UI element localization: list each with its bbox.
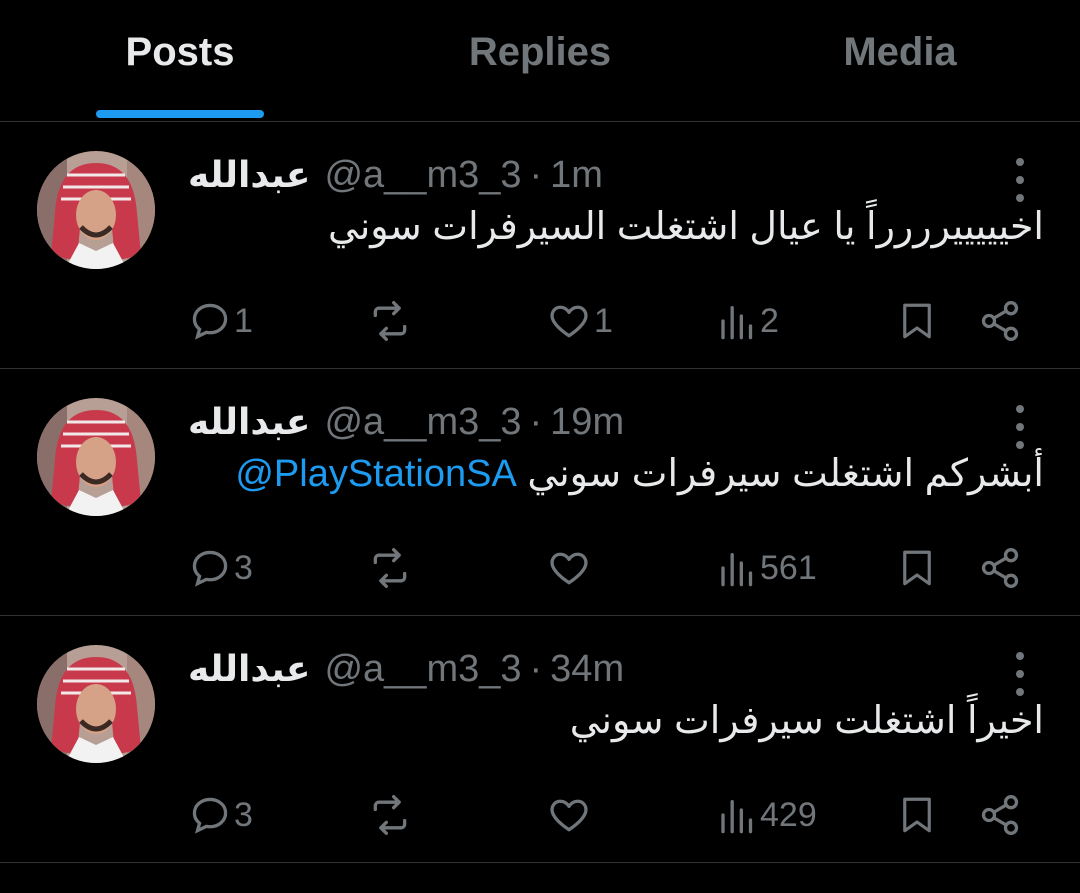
share-button[interactable] — [978, 543, 1022, 593]
post-text-body: أبشركم اشتغلت سيرفرات سوني — [527, 453, 1044, 495]
post-item[interactable]: عبدالله @a__m3_3 · 1m اخيييييرررراً يا ع… — [0, 122, 1080, 369]
author-name[interactable]: عبدالله — [188, 154, 310, 196]
post-time[interactable]: 19m — [550, 401, 624, 444]
like-button[interactable] — [546, 543, 594, 593]
post-text-body: اخيراً اشتغلت سيرفرات سوني — [569, 700, 1044, 742]
more-options-icon[interactable] — [1010, 405, 1030, 449]
heart-icon — [550, 305, 588, 338]
avatar[interactable] — [37, 151, 155, 269]
bookmark-icon — [903, 550, 931, 586]
post-header: عبدالله @a__m3_3 · 19m — [188, 397, 1000, 447]
avatar-image — [37, 398, 155, 516]
author-handle[interactable]: @a__m3_3 — [324, 648, 521, 691]
tab-replies[interactable]: Replies — [360, 0, 720, 121]
post-text: اخيراً اشتغلت سيرفرات سوني — [188, 698, 1044, 754]
post-header: عبدالله @a__m3_3 · 34m — [188, 644, 1000, 694]
post-time[interactable]: 34m — [550, 648, 624, 691]
repost-button[interactable] — [366, 790, 416, 840]
tab-posts-label: Posts — [125, 30, 235, 74]
bookmark-icon — [903, 797, 931, 833]
post-text-body: اخيييييرررراً يا عيال اشتغلت السيرفرات س… — [328, 206, 1044, 248]
post-time[interactable]: 1m — [550, 154, 603, 197]
tab-media-label: Media — [843, 30, 957, 74]
share-icon — [981, 301, 1019, 341]
bookmark-button[interactable] — [896, 790, 938, 840]
like-button[interactable]: 1 — [546, 296, 613, 346]
author-name[interactable]: عبدالله — [188, 401, 310, 443]
repost-button[interactable] — [366, 543, 416, 593]
repost-icon — [373, 301, 407, 341]
tab-posts[interactable]: Posts — [0, 0, 360, 121]
views-icon — [721, 306, 753, 340]
reply-icon — [192, 303, 228, 340]
profile-tabs: Posts Replies Media — [0, 0, 1080, 122]
post-text: أبشركم اشتغلت سيرفرات سوني @PlayStationS… — [188, 451, 1044, 507]
separator: · — [529, 647, 543, 690]
reply-count: 3 — [234, 795, 253, 834]
bookmark-button[interactable] — [896, 543, 938, 593]
active-tab-indicator — [96, 110, 264, 118]
reply-count: 1 — [234, 301, 253, 340]
separator: · — [529, 400, 543, 443]
repost-icon — [373, 795, 407, 835]
avatar-image — [37, 645, 155, 763]
bookmark-button[interactable] — [896, 296, 938, 346]
author-handle[interactable]: @a__m3_3 — [324, 154, 521, 197]
views-button[interactable]: 429 — [718, 790, 817, 840]
views-icon — [721, 553, 753, 587]
tab-replies-label: Replies — [468, 30, 612, 74]
avatar[interactable] — [37, 645, 155, 763]
more-options-icon[interactable] — [1010, 158, 1030, 202]
share-button[interactable] — [978, 790, 1022, 840]
like-count: 1 — [594, 301, 613, 340]
reply-button[interactable]: 3 — [188, 543, 253, 593]
views-button[interactable]: 2 — [718, 296, 779, 346]
mention-link[interactable]: @PlayStationSA — [235, 453, 517, 495]
share-icon — [981, 795, 1019, 835]
heart-icon — [550, 799, 588, 832]
view-count: 2 — [760, 301, 779, 340]
avatar-image — [37, 151, 155, 269]
post-item[interactable]: عبدالله @a__m3_3 · 19m أبشركم اشتغلت سير… — [0, 369, 1080, 616]
views-button[interactable]: 561 — [718, 543, 817, 593]
views-icon — [721, 800, 753, 834]
tab-media[interactable]: Media — [720, 0, 1080, 121]
reply-icon — [192, 797, 228, 834]
post-header: عبدالله @a__m3_3 · 1m — [188, 150, 1000, 200]
reply-count: 3 — [234, 548, 253, 587]
repost-button[interactable] — [366, 296, 416, 346]
view-count: 561 — [760, 548, 817, 587]
heart-icon — [550, 552, 588, 585]
share-button[interactable] — [978, 296, 1022, 346]
bookmark-icon — [903, 303, 931, 339]
view-count: 429 — [760, 795, 817, 834]
author-handle[interactable]: @a__m3_3 — [324, 401, 521, 444]
reply-button[interactable]: 1 — [188, 296, 253, 346]
share-icon — [981, 548, 1019, 588]
separator: · — [529, 153, 543, 196]
more-options-icon[interactable] — [1010, 652, 1030, 696]
avatar[interactable] — [37, 398, 155, 516]
reply-icon — [192, 550, 228, 587]
post-text: اخيييييرررراً يا عيال اشتغلت السيرفرات س… — [188, 204, 1044, 260]
post-item[interactable]: عبدالله @a__m3_3 · 34m اخيراً اشتغلت سير… — [0, 616, 1080, 863]
reply-button[interactable]: 3 — [188, 790, 253, 840]
author-name[interactable]: عبدالله — [188, 648, 310, 690]
repost-icon — [373, 548, 407, 588]
like-button[interactable] — [546, 790, 594, 840]
